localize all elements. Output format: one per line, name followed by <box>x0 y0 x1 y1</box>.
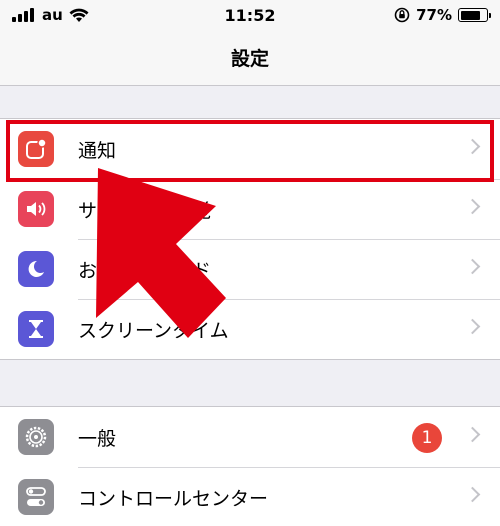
moon-icon <box>18 251 54 287</box>
battery-level <box>460 10 480 20</box>
chevron-right-icon <box>464 258 481 275</box>
chevron-right-icon <box>464 198 481 215</box>
settings-group-1: 通知 サウンドと触覚 おやすみモード スクリーンタイム <box>0 118 500 360</box>
notification-badge: 1 <box>412 423 442 453</box>
chevron-right-icon <box>464 426 481 443</box>
orientation-lock-icon <box>394 7 410 23</box>
settings-row-general[interactable]: 一般 1 <box>0 407 500 467</box>
settings-row-sounds[interactable]: サウンドと触覚 <box>0 179 500 239</box>
chevron-right-icon <box>464 138 481 155</box>
status-bar: au 11:52 77% <box>0 0 500 30</box>
sound-icon <box>18 191 54 227</box>
toggles-icon <box>18 479 54 515</box>
page-title: 設定 <box>230 48 269 70</box>
gear-icon <box>18 419 54 455</box>
settings-row-label: 一般 <box>78 427 117 450</box>
settings-row-screen-time[interactable]: スクリーンタイム <box>0 299 500 359</box>
settings-row-control-center[interactable]: コントロールセンター <box>0 467 500 526</box>
settings-row-notifications[interactable]: 通知 <box>0 119 500 179</box>
hourglass-icon <box>18 311 54 347</box>
settings-row-do-not-disturb[interactable]: おやすみモード <box>0 239 500 299</box>
settings-row-label: スクリーンタイム <box>78 319 229 342</box>
settings-row-label: サウンドと触覚 <box>78 199 212 222</box>
chevron-right-icon <box>464 318 481 335</box>
status-right: 77% <box>394 6 491 24</box>
settings-group-2: 一般 1 コントロールセンター <box>0 406 500 526</box>
settings-row-label: おやすみモード <box>78 259 212 282</box>
nav-bar: 設定 <box>0 30 500 86</box>
battery-icon <box>458 8 491 22</box>
battery-percent: 77% <box>416 6 452 24</box>
settings-row-label: コントロールセンター <box>78 487 269 510</box>
settings-row-label: 通知 <box>78 139 117 162</box>
notifications-icon <box>18 131 54 167</box>
chevron-right-icon <box>464 486 481 503</box>
